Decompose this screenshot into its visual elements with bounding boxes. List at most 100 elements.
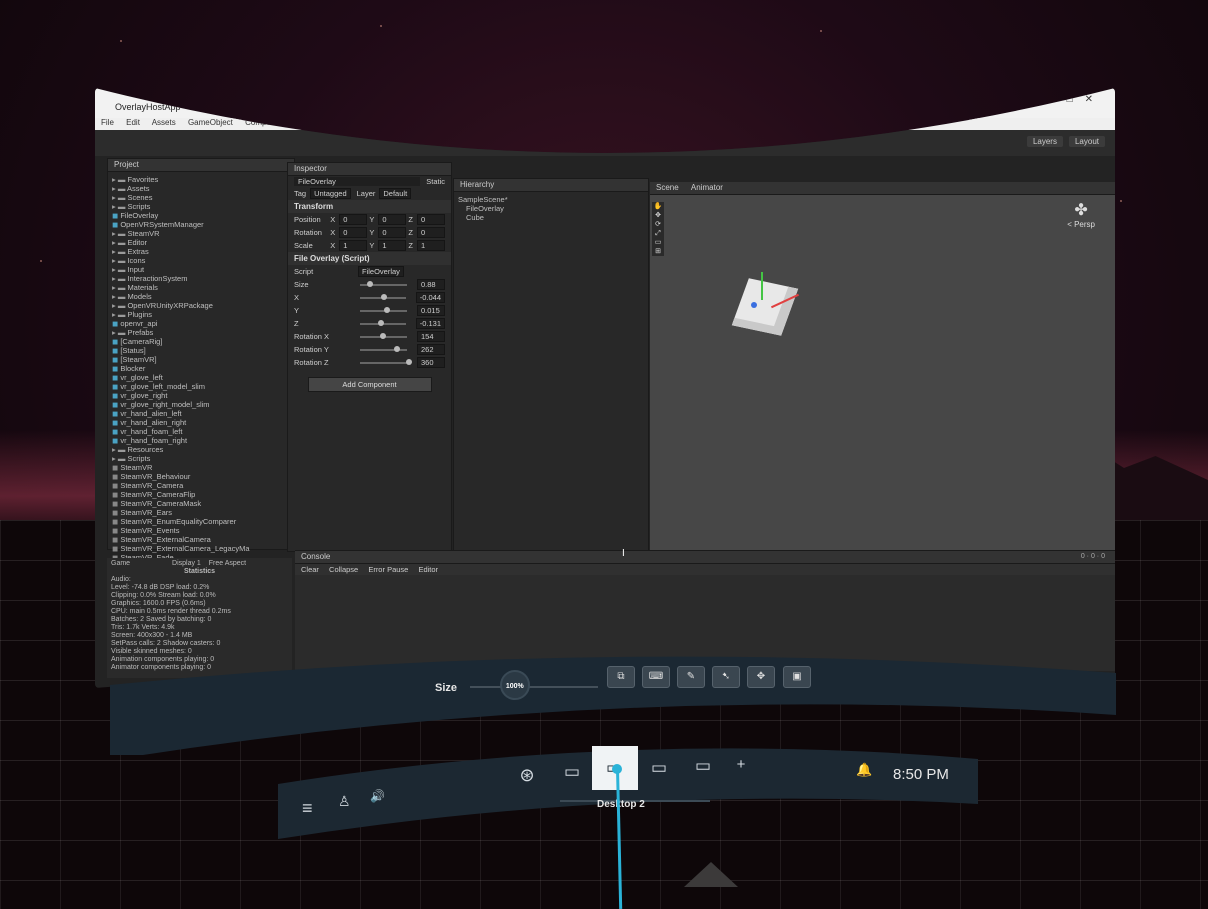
project-item[interactable]: Scripts — [112, 454, 290, 463]
project-item[interactable]: vr_glove_right_model_slim — [112, 400, 290, 409]
hierarchy-item-scene[interactable]: SampleScene* — [458, 195, 644, 204]
window-mode-button[interactable]: ⧉ — [607, 666, 635, 688]
slider[interactable] — [360, 284, 407, 286]
slider-value[interactable]: 262 — [417, 344, 445, 355]
project-item[interactable]: SteamVR_Camera — [112, 481, 290, 490]
size-slider-knob[interactable]: 100% — [499, 670, 530, 700]
menu-edit[interactable]: Edit — [126, 118, 140, 127]
aspect-dropdown[interactable]: Free Aspect — [209, 560, 246, 567]
project-item[interactable]: FileOverlay — [112, 211, 290, 220]
z-field[interactable]: 1 — [417, 240, 445, 251]
slider[interactable] — [360, 349, 407, 351]
project-item[interactable]: Models — [112, 292, 290, 301]
z-axis-handle[interactable] — [751, 302, 757, 308]
project-item[interactable]: SteamVR_Ears — [112, 508, 290, 517]
avatar-icon[interactable]: ♙ — [338, 793, 351, 810]
slider-value[interactable]: -0.131 — [416, 318, 445, 329]
console-editor-dropdown[interactable]: Editor — [418, 565, 438, 574]
project-item[interactable]: vr_hand_alien_left — [112, 409, 290, 418]
project-item[interactable]: [CameraRig] — [112, 337, 290, 346]
console-error-pause-button[interactable]: Error Pause — [368, 565, 408, 574]
console-clear-button[interactable]: Clear — [301, 565, 319, 574]
static-toggle[interactable]: Static — [426, 177, 445, 186]
tag-button[interactable]: ➷ — [712, 666, 740, 688]
slider-handle[interactable] — [381, 294, 387, 300]
menu-icon[interactable]: ≡ — [302, 798, 313, 819]
project-item[interactable]: SteamVR_ExternalCamera_LegacyMa — [112, 544, 290, 553]
tag-dropdown[interactable]: Untagged — [310, 188, 351, 199]
project-item[interactable]: InteractionSystem — [112, 274, 290, 283]
project-item[interactable]: SteamVR_Events — [112, 526, 290, 535]
tab-project[interactable]: Project — [108, 159, 294, 172]
y-field[interactable]: 0 — [378, 227, 406, 238]
project-item[interactable]: Editor — [112, 238, 290, 247]
project-item[interactable]: SteamVR_EnumEqualityComparer — [112, 517, 290, 526]
menu-gameobject[interactable]: GameObject — [188, 118, 233, 127]
volume-icon[interactable]: 🔊 — [370, 789, 385, 803]
menu-assets[interactable]: Assets — [152, 118, 176, 127]
script-field[interactable]: FileOverlay — [358, 266, 404, 277]
project-item[interactable]: SteamVR — [112, 463, 290, 472]
transform-header[interactable]: Transform — [288, 200, 451, 213]
project-item[interactable]: vr_glove_left_model_slim — [112, 382, 290, 391]
tab-scene[interactable]: Scene — [656, 183, 679, 192]
slider-value[interactable]: 0.88 — [417, 279, 445, 290]
project-item[interactable]: SteamVR_CameraMask — [112, 499, 290, 508]
hierarchy-item-cube[interactable]: Cube — [458, 213, 644, 222]
slider[interactable] — [360, 310, 407, 312]
layout-dropdown[interactable]: Layout — [1069, 136, 1105, 147]
desktop-4-icon[interactable]: ▭ — [690, 756, 716, 776]
move-tool-icon[interactable]: ✥ — [652, 211, 664, 220]
rotate-tool-icon[interactable]: ⟳ — [652, 220, 664, 229]
project-item[interactable]: Resources — [112, 445, 290, 454]
slider[interactable] — [360, 362, 407, 364]
tab-game[interactable]: Game — [111, 560, 130, 567]
slider-value[interactable]: 154 — [417, 331, 445, 342]
slider-value[interactable]: 0.015 — [417, 305, 445, 316]
tab-console[interactable]: Console — [295, 551, 1115, 564]
slider-handle[interactable] — [367, 281, 373, 287]
slider-value[interactable]: -0.044 — [416, 292, 445, 303]
move-button[interactable]: ✥ — [747, 666, 775, 688]
notification-bell-icon[interactable]: 🔔 — [856, 762, 872, 778]
layers-dropdown[interactable]: Layers — [1027, 136, 1063, 147]
slider-handle[interactable] — [380, 333, 386, 339]
error-count[interactable]: 0 — [1101, 553, 1105, 560]
project-item[interactable]: vr_glove_right — [112, 391, 290, 400]
tab-inspector[interactable]: Inspector — [288, 163, 451, 176]
project-item[interactable]: Assets — [112, 184, 290, 193]
project-item[interactable]: SteamVR_Behaviour — [112, 472, 290, 481]
y-field[interactable]: 0 — [378, 214, 406, 225]
project-item[interactable]: openvr_api — [112, 319, 290, 328]
slider[interactable] — [360, 323, 406, 325]
hierarchy-item-fileoverlay[interactable]: FileOverlay — [458, 204, 644, 213]
project-item[interactable]: vr_hand_foam_right — [112, 436, 290, 445]
tab-hierarchy[interactable]: Hierarchy — [454, 179, 648, 192]
project-item[interactable]: Prefabs — [112, 328, 290, 337]
menu-file[interactable]: File — [101, 118, 114, 127]
info-count[interactable]: 0 — [1081, 553, 1085, 560]
y-axis-handle[interactable] — [761, 272, 763, 300]
slider-handle[interactable] — [384, 307, 390, 313]
project-item[interactable]: vr_hand_alien_right — [112, 418, 290, 427]
tab-animator[interactable]: Animator — [691, 183, 723, 192]
project-item[interactable]: Scenes — [112, 193, 290, 202]
hand-tool-icon[interactable]: ✋ — [652, 202, 664, 211]
project-item[interactable]: vr_glove_left — [112, 373, 290, 382]
project-item[interactable]: OpenVRUnityXRPackage — [112, 301, 290, 310]
project-item[interactable]: Plugins — [112, 310, 290, 319]
project-item[interactable]: Input — [112, 265, 290, 274]
z-field[interactable]: 0 — [417, 227, 445, 238]
slider-handle[interactable] — [394, 346, 400, 352]
slider-value[interactable]: 360 — [417, 357, 445, 368]
desktop-1-icon[interactable]: ▭ — [559, 762, 585, 782]
desktop-3-icon[interactable]: ▭ — [646, 758, 672, 778]
display-dropdown[interactable]: Display 1 — [172, 560, 201, 567]
add-component-button[interactable]: Add Component — [308, 377, 432, 392]
slider-handle[interactable] — [378, 320, 384, 326]
project-item[interactable]: OpenVRSystemManager — [112, 220, 290, 229]
x-field[interactable]: 0 — [339, 227, 367, 238]
add-desktop-icon[interactable]: + — [728, 756, 754, 773]
slider[interactable] — [360, 297, 406, 299]
project-item[interactable]: SteamVR_CameraFlip — [112, 490, 290, 499]
